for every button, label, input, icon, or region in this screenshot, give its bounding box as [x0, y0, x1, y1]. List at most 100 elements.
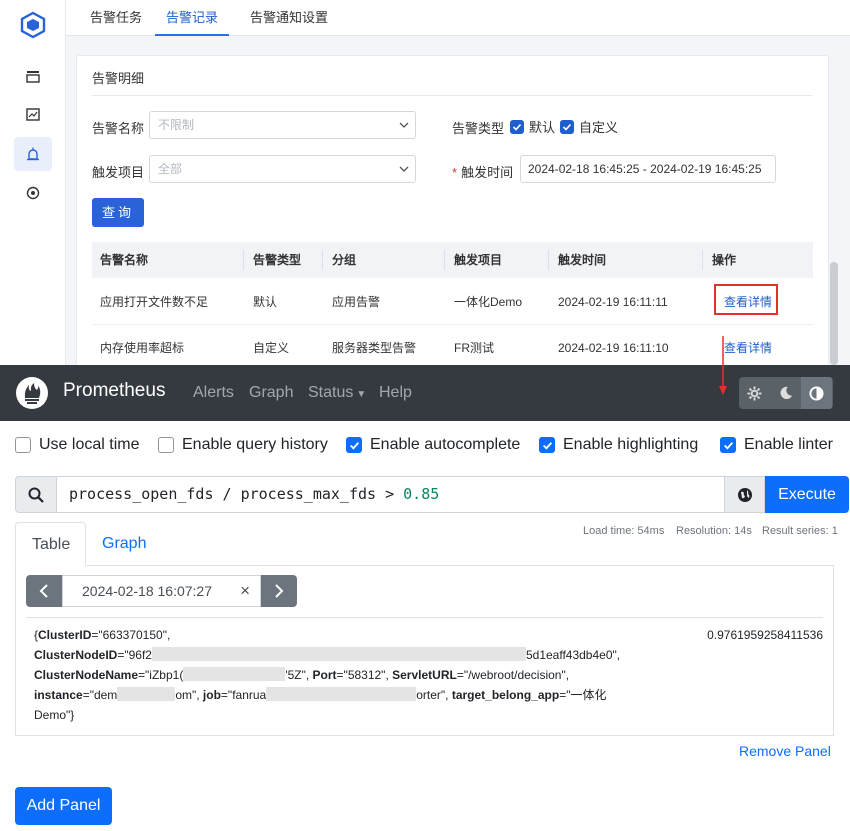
- theme-dark-button[interactable]: [770, 377, 801, 409]
- label-value: ="一体化: [559, 688, 607, 702]
- caret-down-icon: ▼: [356, 389, 367, 400]
- chevron-down-icon: [399, 166, 409, 172]
- nav-help[interactable]: Help: [379, 384, 412, 402]
- resolution: Resolution: 14s: [676, 525, 752, 537]
- divider: [92, 95, 812, 96]
- th-trigger-time: 触发时间: [558, 253, 607, 267]
- cell-alert-name: 应用打开文件数不足: [100, 295, 209, 309]
- checkbox-unchecked-icon: [15, 437, 31, 453]
- nav-status-dropdown[interactable]: Status ▼: [308, 384, 366, 402]
- tab-alert-notification-settings[interactable]: 告警通知设置: [239, 0, 339, 36]
- divider: [322, 250, 323, 270]
- alert-type-label: 告警类型: [452, 121, 505, 136]
- prometheus-logo-icon[interactable]: [15, 376, 49, 410]
- execute-button[interactable]: Execute: [765, 476, 849, 513]
- chevron-right-icon: [275, 584, 284, 598]
- th-trigger-project: 触发项目: [454, 253, 503, 267]
- cell-trigger-project: FR测试: [454, 341, 494, 355]
- nav-graph[interactable]: Graph: [249, 384, 293, 402]
- alert-type-custom-checkbox[interactable]: 自定义: [560, 117, 618, 136]
- app-logo-icon[interactable]: [19, 11, 47, 39]
- add-panel-button[interactable]: Add Panel: [15, 787, 112, 825]
- label-value: orter": [416, 688, 446, 702]
- clear-icon[interactable]: ×: [240, 576, 250, 606]
- annotation-arrow-icon: [718, 336, 728, 396]
- time-back-button[interactable]: [26, 575, 62, 607]
- enable-autocomplete-label: Enable autocomplete: [370, 436, 521, 453]
- alert-type-custom-label: 自定义: [579, 120, 619, 135]
- th-group: 分组: [332, 253, 357, 267]
- enable-query-history-checkbox[interactable]: Enable query history: [158, 436, 328, 454]
- tab-alert-records[interactable]: 告警记录: [155, 0, 230, 36]
- expression-input[interactable]: process_open_fds / process_max_fds > 0.8…: [56, 476, 725, 513]
- alert-name-placeholder: 不限制: [158, 118, 195, 132]
- use-local-time-checkbox[interactable]: Use local time: [15, 436, 139, 454]
- view-details-link[interactable]: 查看详情: [724, 325, 772, 365]
- eval-time-input[interactable]: 2024-02-18 16:07:27 ×: [62, 575, 261, 607]
- check-icon: [720, 437, 736, 453]
- check-icon: [510, 119, 524, 134]
- label-value: om": [175, 688, 197, 702]
- series-labels: {ClusterID="663370150", ClusterNodeID="9…: [34, 628, 621, 722]
- label-key: job: [202, 688, 221, 702]
- cell-trigger-time: 2024-02-19 16:11:10: [558, 341, 669, 355]
- th-alert-type: 告警类型: [253, 253, 302, 267]
- label-key: ServletURL: [392, 668, 457, 682]
- theme-light-button[interactable]: [739, 377, 770, 409]
- globe-icon: [737, 487, 752, 502]
- tab-table[interactable]: Table: [15, 522, 86, 566]
- label-value: ="fanrua: [220, 688, 267, 702]
- series-value: 0.9761959258411536: [707, 628, 823, 642]
- label-value: Demo"}: [34, 708, 75, 722]
- cell-group: 服务器类型告警: [332, 341, 417, 355]
- alert-name-select[interactable]: 不限制: [149, 111, 416, 139]
- nav-alerts[interactable]: Alerts: [193, 384, 234, 402]
- check-icon: [539, 437, 555, 453]
- trigger-time-range-input[interactable]: 2024-02-18 16:45:25 - 2024-02-19 16:45:2…: [520, 155, 776, 183]
- theme-auto-button[interactable]: [801, 377, 832, 409]
- scrollbar[interactable]: [830, 262, 838, 365]
- brand-title[interactable]: Prometheus: [63, 380, 165, 402]
- trigger-project-select[interactable]: 全部: [149, 155, 416, 183]
- label-key: ClusterNodeID: [34, 648, 118, 662]
- enable-highlighting-checkbox[interactable]: Enable highlighting: [539, 436, 698, 454]
- label-key: ClusterID: [38, 628, 92, 642]
- eval-time-value: 2024-02-18 16:07:27: [82, 583, 212, 599]
- expression-text: process_open_fds / process_max_fds >: [69, 485, 404, 503]
- remove-panel-link[interactable]: Remove Panel: [739, 743, 831, 759]
- label-key: instance: [34, 688, 83, 702]
- label-key: target_belong_app: [451, 688, 560, 702]
- divider: [243, 250, 244, 270]
- divider: [26, 617, 823, 618]
- sidebar-item-monitor-icon[interactable]: [14, 98, 52, 132]
- sidebar-item-list-icon[interactable]: [14, 59, 52, 93]
- chevron-down-icon: [399, 122, 409, 128]
- enable-autocomplete-checkbox[interactable]: Enable autocomplete: [346, 436, 520, 454]
- metrics-explorer-button[interactable]: [724, 476, 765, 513]
- theme-toggle-group: [739, 377, 833, 409]
- label-key: ClusterNodeName: [34, 668, 139, 682]
- trigger-project-placeholder: 全部: [158, 162, 183, 176]
- moon-icon: [780, 386, 792, 400]
- label-key: Port: [312, 668, 337, 682]
- tab-alert-tasks[interactable]: 告警任务: [79, 0, 153, 36]
- nav-status-label: Status: [308, 384, 354, 401]
- divider: [702, 250, 703, 270]
- card-title: 告警明细: [92, 71, 145, 86]
- divider: [548, 250, 549, 270]
- cell-group: 应用告警: [332, 295, 381, 309]
- sidebar-item-settings-icon[interactable]: [14, 176, 52, 210]
- sidebar-item-alarm-icon[interactable]: [14, 137, 52, 171]
- th-actions: 操作: [712, 253, 737, 267]
- th-alert-name: 告警名称: [100, 253, 149, 267]
- enable-linter-label: Enable linter: [744, 436, 833, 453]
- query-button[interactable]: 查询: [92, 198, 144, 227]
- highlight-annotation-box: [714, 284, 778, 315]
- time-forward-button[interactable]: [261, 575, 297, 607]
- alert-type-default-checkbox[interactable]: 默认: [510, 117, 555, 136]
- tab-graph[interactable]: Graph: [86, 522, 162, 566]
- redaction-block: [117, 687, 176, 701]
- enable-linter-checkbox[interactable]: Enable linter: [720, 436, 833, 454]
- table-row: 内存使用率超标 自定义 服务器类型告警 FR测试 2024-02-19 16:1…: [92, 325, 813, 365]
- trigger-time-label-text: 触发时间: [461, 165, 514, 180]
